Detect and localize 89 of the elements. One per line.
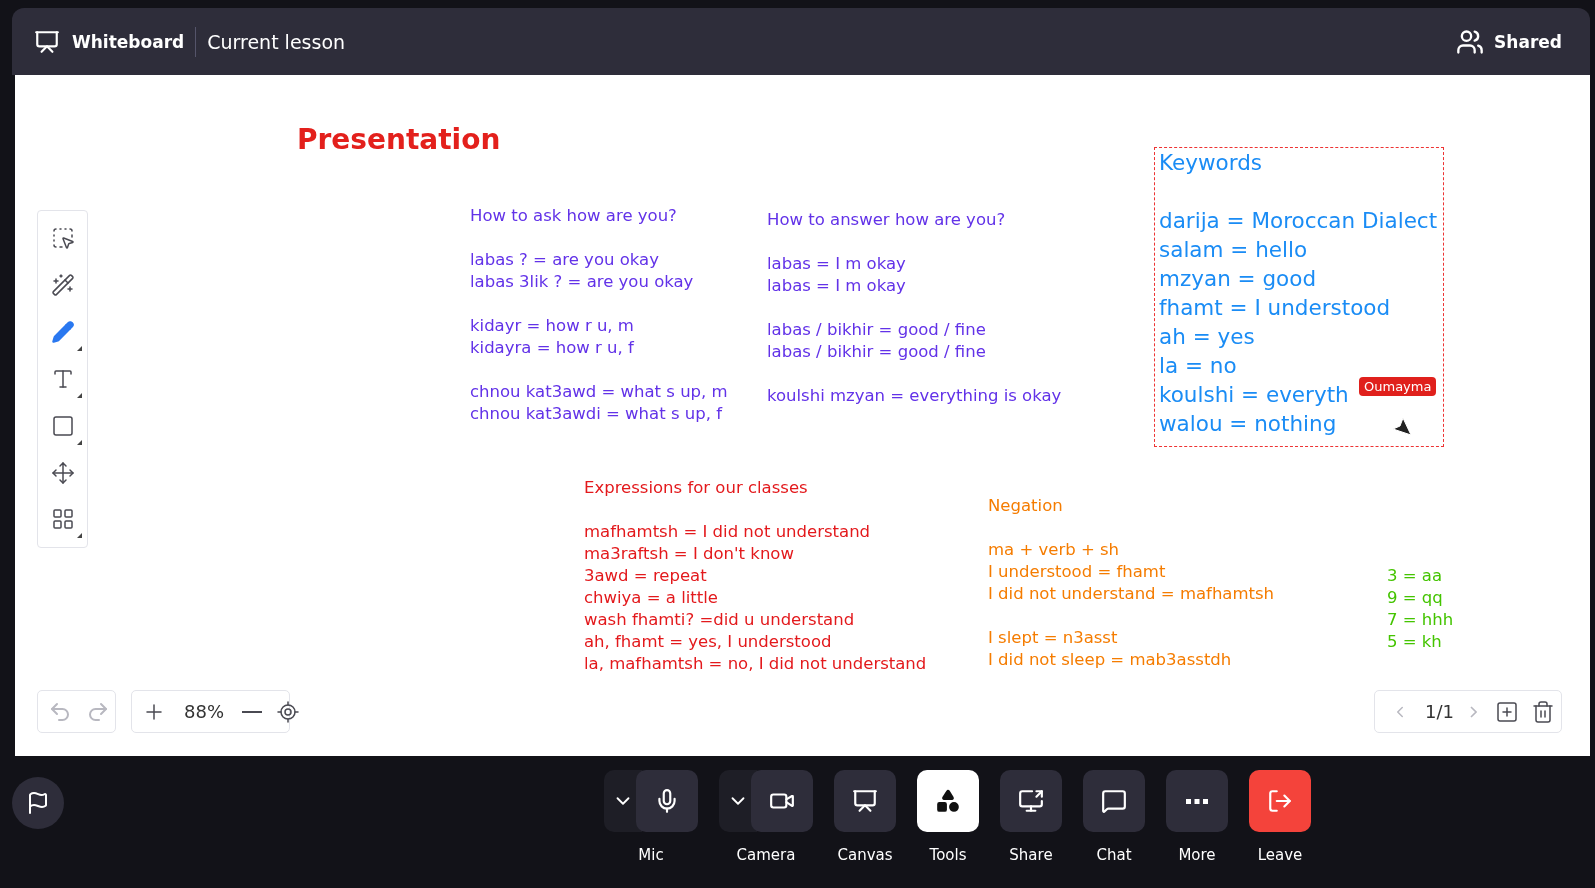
- note-line: ah, fhamt = yes, I understood: [584, 631, 832, 653]
- note-line: wash fhamti? =did u understand: [584, 609, 855, 631]
- note-line: koulshi mzyan = everything is okay: [767, 385, 1062, 407]
- leave-button[interactable]: [1249, 770, 1311, 832]
- note-line: chnou kat3awd = what s up, m: [470, 381, 728, 403]
- keyword-line: la = no: [1159, 352, 1237, 380]
- users-icon: [1456, 27, 1485, 56]
- mic-button[interactable]: [636, 770, 698, 832]
- share-button[interactable]: [1000, 770, 1062, 832]
- note-line: labas ? = are you okay: [470, 249, 659, 271]
- move-arrows-icon: [50, 460, 75, 485]
- control-label: Mic: [638, 846, 664, 864]
- exit-icon: [1267, 788, 1293, 814]
- more-icon: [1186, 798, 1208, 804]
- control-label: More: [1178, 846, 1216, 864]
- cursor-icon: [1391, 415, 1413, 437]
- keyword-line: walou = nothing: [1159, 410, 1337, 438]
- note-line: kidayra = how r u, f: [470, 337, 634, 359]
- note-line: 5 = kh: [1387, 631, 1442, 653]
- pencil-icon: [50, 320, 75, 345]
- note-line: chnou kat3awdi = what s up, f: [470, 403, 722, 425]
- submenu-corner-icon: [76, 533, 82, 539]
- page-indicator: 1/1: [1424, 701, 1455, 722]
- minus-icon: [242, 710, 262, 713]
- note-line: 3 = aa: [1387, 565, 1443, 587]
- note-line: kidayr = how r u, m: [470, 315, 634, 337]
- keyword-line: salam = hello: [1159, 236, 1308, 264]
- lesson-title: Current lesson: [207, 30, 346, 53]
- flag-button[interactable]: [12, 777, 64, 829]
- note-heading: Expressions for our classes: [584, 477, 808, 499]
- note-line: I did not sleep = mab3asstdh: [988, 649, 1232, 671]
- user-name-tag: Oumayma: [1359, 377, 1437, 396]
- note-line: mafhamtsh = I did not understand: [584, 521, 871, 543]
- keyword-line: mzyan = good: [1159, 265, 1317, 293]
- slide-title: Presentation: [297, 123, 501, 157]
- shapes-icon: [935, 788, 961, 814]
- note-line: I understood = fhamt: [988, 561, 1166, 583]
- easel-icon: [852, 788, 878, 814]
- magic-wand-icon: [50, 273, 75, 298]
- note-line: ma3raftsh = I don't know: [584, 543, 794, 565]
- app-name: Whiteboard: [72, 31, 185, 52]
- note-line: I did not understand = mafhamtsh: [988, 583, 1275, 605]
- note-heading: How to ask how are you?: [470, 205, 677, 227]
- camera-button[interactable]: [751, 770, 813, 832]
- selection-icon: [50, 226, 75, 251]
- keyword-line: koulshi = everyth: [1159, 381, 1349, 409]
- submenu-corner-icon: [76, 439, 82, 445]
- note-heading: Negation: [988, 495, 1063, 517]
- control-label: Share: [1009, 846, 1053, 864]
- note-line: 7 = hhh: [1387, 609, 1454, 631]
- note-line: labas = I m okay: [767, 275, 906, 297]
- note-line: labas / bikhir = good / fine: [767, 341, 986, 363]
- crosshair-icon: [276, 699, 300, 724]
- control-label: Chat: [1096, 846, 1132, 864]
- tools-button[interactable]: [917, 770, 979, 832]
- note-line: labas / bikhir = good / fine: [767, 319, 986, 341]
- chevron-right-icon: [1469, 705, 1477, 718]
- canvas-button[interactable]: [834, 770, 896, 832]
- control-label: Tools: [929, 846, 967, 864]
- control-label: Canvas: [837, 846, 893, 864]
- square-icon: [50, 413, 75, 438]
- note-heading: How to answer how are you?: [767, 209, 1006, 231]
- note-line: chwiya = a little: [584, 587, 718, 609]
- submenu-corner-icon: [76, 346, 82, 352]
- keyword-line: ah = yes: [1159, 323, 1255, 351]
- zoom-level: 88%: [183, 701, 225, 722]
- submenu-corner-icon: [76, 392, 82, 398]
- more-button[interactable]: [1166, 770, 1228, 832]
- control-label: Leave: [1257, 846, 1303, 864]
- note-line: ma + verb + sh: [988, 539, 1120, 561]
- note-line: 3awd = repeat: [584, 565, 707, 587]
- note-line: labas = I m okay: [767, 253, 906, 275]
- flag-icon: [26, 791, 50, 815]
- keyword-line: fhamt = I understood: [1159, 294, 1391, 322]
- add-page-icon: [1494, 699, 1519, 724]
- chat-icon: [1101, 788, 1127, 814]
- note-line: I slept = n3asst: [988, 627, 1118, 649]
- screen-share-icon: [1018, 788, 1044, 814]
- shared-button[interactable]: Shared: [1456, 27, 1562, 56]
- whiteboard-icon: [34, 28, 60, 55]
- chat-button[interactable]: [1083, 770, 1145, 832]
- keyword-heading: Keywords: [1159, 149, 1263, 177]
- note-line: 9 = qq: [1387, 587, 1443, 609]
- trash-icon: [1530, 699, 1555, 724]
- keyword-line: darija = Moroccan Dialect: [1159, 207, 1438, 235]
- note-line: la, mafhamtsh = no, I did not understand: [584, 653, 927, 675]
- grid-icon: [50, 507, 75, 532]
- note-line: labas 3lik ? = are you okay: [470, 271, 694, 293]
- control-label: Camera: [736, 846, 796, 864]
